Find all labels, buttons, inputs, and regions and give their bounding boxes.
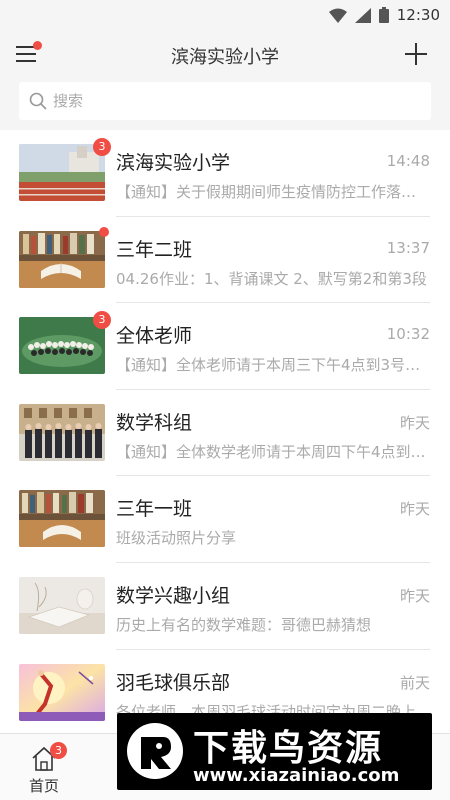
chat-name: 羽毛球俱乐部 [116,671,231,694]
bird-logo-icon [127,723,183,779]
status-bar: 12:30 [0,0,450,32]
unread-badge: 3 [93,138,111,156]
chat-thumbnail [19,576,105,634]
chat-name: 滨海实验小学 [116,152,231,174]
tab-home-label: 首页 [28,777,59,795]
chat-row[interactable]: 3 全体老师 10:32 【通知】全体老师请于本周三下午4点到3号会议室开会 [0,303,450,390]
tab-home[interactable]: 3 首页 [18,742,70,796]
chat-name: 数学兴趣小组 [116,584,231,607]
chat-name: 三年二班 [116,238,193,261]
chat-preview: 【通知】关于假期期间师生疫情防控工作落实的通知 [116,183,430,201]
chat-preview: 【通知】全体老师请于本周三下午4点到3号会议室开会 [116,356,430,375]
tab-home-badge: 3 [50,742,67,759]
chat-name: 数学科组 [116,411,193,434]
chat-thumbnail [19,317,105,375]
watermark-banner: 下载鸟资源 www.xiazainiao.com [117,713,432,790]
chat-thumbnail [19,490,105,548]
search-box[interactable] [19,82,431,120]
watermark-title: 下载鸟资源 [193,728,384,769]
chat-thumbnail [19,230,105,288]
search-icon [29,92,47,110]
status-icons: 12:30 [328,6,440,24]
chat-preview: 历史上有名的数学难题：哥德巴赫猜想 [116,615,372,634]
chat-list: 3 滨海实验小学 14:48 【通知】关于假期期间师生疫情防控工作落实的通知 三… [0,130,450,736]
chat-thumbnail [19,144,105,201]
chat-name: 全体老师 [116,325,193,348]
chat-row[interactable]: 3 滨海实验小学 14:48 【通知】关于假期期间师生疫情防控工作落实的通知 [0,130,450,217]
chat-time: 昨天 [399,413,430,432]
plus-icon [405,43,427,65]
chat-thumbnail [19,663,105,721]
battery-icon [378,7,389,23]
signal-icon [354,7,371,23]
chat-thumbnail [19,403,105,461]
chat-name: 三年一班 [116,498,193,521]
chat-row[interactable]: 三年二班 13:37 04.26作业：1、背诵课文 2、默写第2和第3段 [0,217,450,304]
chat-preview: 班级活动照片分享 [116,529,237,548]
watermark-url: www.xiazainiao.com [193,765,400,786]
unread-dot [99,226,109,237]
top-header: 滨海实验小学 [0,32,450,78]
search-area [0,78,450,130]
chat-preview: 04.26作业：1、背诵课文 2、默写第2和第3段 [116,269,427,288]
unread-badge: 3 [93,311,111,330]
wifi-icon [328,8,347,23]
chat-time: 昨天 [399,586,430,605]
chat-row[interactable]: 数学兴趣小组 昨天 历史上有名的数学难题：哥德巴赫猜想 [0,563,450,650]
add-button[interactable] [404,42,428,66]
chat-row[interactable]: 三年一班 昨天 班级活动照片分享 [0,476,450,563]
chat-preview: 【通知】全体数学老师请于本周四下午4点到会议室集合 [116,442,430,461]
chat-time: 13:37 [386,238,430,257]
status-time: 12:30 [396,6,440,24]
chat-time: 10:32 [386,325,430,344]
chat-time: 昨天 [399,500,430,519]
search-input[interactable] [53,92,413,110]
page-title: 滨海实验小学 [171,47,279,68]
chat-time: 14:48 [386,152,430,170]
chat-row[interactable]: 数学科组 昨天 【通知】全体数学老师请于本周四下午4点到会议室集合 [0,390,450,477]
chat-time: 前天 [399,673,430,692]
